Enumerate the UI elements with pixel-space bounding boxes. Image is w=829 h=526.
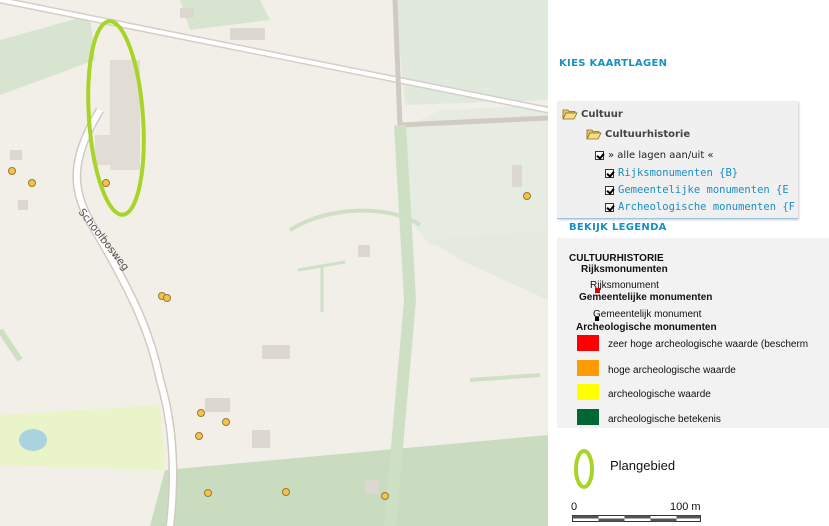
building — [365, 480, 379, 494]
poi-marker — [222, 418, 230, 426]
legend-gem-header: Gemeentelijke monumenten — [579, 292, 713, 303]
pond — [19, 429, 47, 451]
legend-arch-item: hoge archeologische waarde — [608, 365, 736, 376]
poi-marker — [8, 167, 16, 175]
poi-marker — [163, 294, 171, 302]
legend-arch-header: Archeologische monumenten — [576, 322, 717, 333]
checkbox-rijksmonumenten[interactable] — [605, 168, 614, 178]
poi-marker — [28, 179, 36, 187]
scale-start-label: 0 — [571, 501, 578, 513]
layer-item-rijksmonumenten[interactable]: Rijksmonumenten {B} — [605, 167, 738, 179]
legend-rijks-header: Rijksmonumenten — [581, 264, 668, 275]
building — [180, 8, 194, 18]
building — [230, 28, 265, 40]
swatch-zeer-hoge — [577, 335, 599, 351]
legend-rijks-item: Rijksmonument — [590, 280, 659, 291]
poi-marker — [282, 488, 290, 496]
layer-item-gemeentelijke-monumenten[interactable]: Gemeentelijke monumenten {E — [605, 184, 789, 196]
layer-label-gemeentelijke-monumenten[interactable]: Gemeentelijke monumenten {E — [618, 184, 789, 196]
building — [252, 430, 270, 448]
poi-marker — [523, 192, 531, 200]
folder-open-icon — [562, 109, 578, 120]
legend-arch-item: archeologische betekenis — [608, 414, 721, 425]
building — [205, 398, 230, 412]
scale-bar — [572, 515, 701, 522]
scale-end-label: 100 m — [670, 501, 701, 513]
legend-gem-item: Gemeentelijk monument — [593, 309, 702, 320]
legend-box: CULTUURHISTORIE Rijksmonumenten Rijksmon… — [557, 238, 829, 428]
building — [18, 200, 28, 210]
poi-marker — [381, 492, 389, 500]
green-area — [395, 0, 548, 105]
legend-title: CULTUURHISTORIE — [569, 253, 664, 264]
bekijk-legenda-link[interactable]: BEKIJK LEGENDA — [569, 222, 667, 233]
swatch-betekenis — [577, 409, 599, 425]
checkbox-all-layers[interactable] — [595, 151, 604, 160]
building — [10, 150, 22, 160]
legend-arch-item: archeologische waarde — [608, 389, 711, 400]
tree-item-cultuurhistorie[interactable]: Cultuurhistorie — [586, 128, 690, 140]
map-canvas[interactable]: Schoolbosweg — [0, 0, 548, 526]
swatch-hoge — [577, 360, 599, 376]
building — [358, 245, 370, 257]
kies-kaartlagen-link[interactable]: KIES KAARTLAGEN — [559, 58, 667, 69]
all-layers-label: » alle lagen aan/uit « — [608, 150, 714, 161]
building — [512, 165, 522, 187]
layer-item-archeologische-monumenten[interactable]: Archeologische monumenten {F — [605, 201, 798, 213]
tree-label-cultuur: Cultuur — [581, 108, 623, 120]
checkbox-archeologische-monumenten[interactable] — [605, 202, 614, 212]
layer-label-rijksmonumenten[interactable]: Rijksmonumenten {B} — [618, 167, 738, 179]
poi-marker — [102, 179, 110, 187]
poi-marker — [195, 432, 203, 440]
tree-label-cultuurhistorie: Cultuurhistorie — [605, 128, 691, 140]
legend-arch-item: zeer hoge archeologische waarde (bescher… — [608, 339, 809, 350]
tree-item-cultuur[interactable]: Cultuur — [562, 108, 623, 120]
checkbox-gemeentelijke-monumenten[interactable] — [605, 185, 614, 195]
layer-label-archeologische-monumenten[interactable]: Archeologische monumenten {F — [618, 201, 795, 213]
building — [95, 135, 115, 165]
gemeentelijk-monument-symbol — [595, 317, 599, 321]
plangebied-label: Plangebied — [610, 458, 676, 473]
poi-marker — [204, 489, 212, 497]
poi-marker — [197, 409, 205, 417]
map-view[interactable]: Schoolbosweg — [0, 0, 548, 526]
building — [262, 345, 290, 359]
swatch-waarde — [577, 384, 599, 400]
all-layers-toggle[interactable]: » alle lagen aan/uit « — [595, 150, 714, 161]
folder-open-icon — [586, 129, 602, 140]
plangebied-legend-icon — [574, 449, 594, 489]
